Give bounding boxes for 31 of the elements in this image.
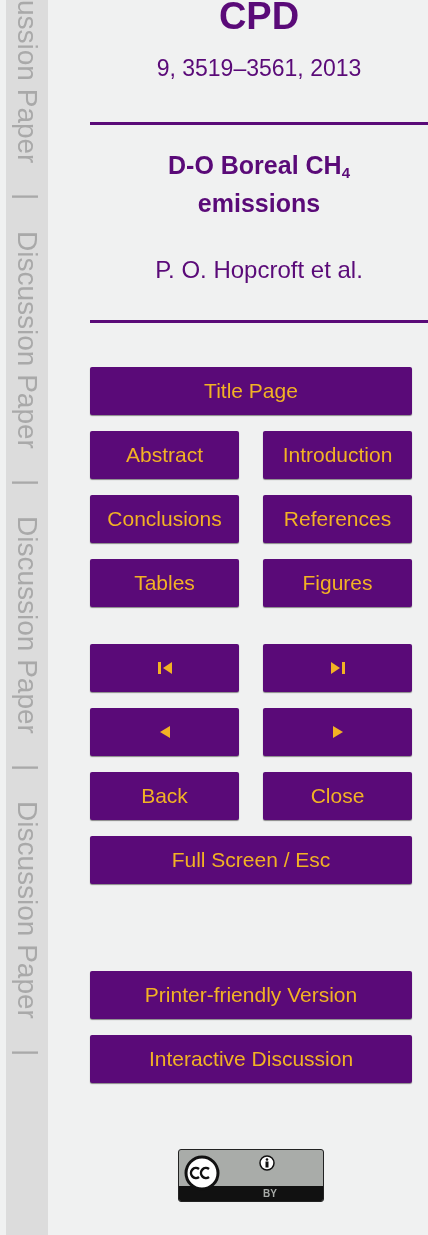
nav-button[interactable]: Full Screen / Esc: [90, 836, 412, 884]
margin-label: |: [11, 1048, 44, 1057]
nav-button[interactable]: Tables: [90, 559, 239, 607]
nav-button[interactable]: Interactive Discussion: [90, 1035, 412, 1083]
first-page-icon: [157, 662, 172, 674]
arrow-button[interactable]: [90, 644, 239, 692]
margin-label: |: [11, 193, 44, 201]
person-icon: [259, 1155, 275, 1171]
license-badge[interactable]: BY: [178, 1149, 324, 1202]
nav-button[interactable]: Conclusions: [90, 495, 239, 543]
badge-label: BY: [263, 1187, 277, 1201]
nav-button[interactable]: Close: [263, 772, 412, 820]
last-page-icon: [330, 662, 345, 674]
nav-button[interactable]: Introduction: [263, 431, 412, 479]
margin-label: |: [11, 478, 44, 486]
nav-button[interactable]: Printer-friendly Version: [90, 971, 412, 1019]
nav-button[interactable]: Abstract: [90, 431, 239, 479]
paper-title: D-O Boreal CH$_{4}$ emissions: [167, 150, 351, 219]
nav-button[interactable]: Figures: [263, 559, 412, 607]
nav-button[interactable]: Back: [90, 772, 239, 820]
margin-label: |: [11, 763, 44, 772]
next-icon: [330, 726, 345, 738]
arrow-button[interactable]: [90, 708, 239, 756]
nav-button[interactable]: Title Page: [90, 367, 412, 415]
authors: P. O. Hopcroft et al.: [155, 255, 363, 285]
citation: 9, 3519–3561, 2013: [156, 54, 362, 82]
arrow-button[interactable]: [263, 708, 412, 756]
cc-icon: [184, 1155, 220, 1191]
nav-button[interactable]: References: [263, 495, 412, 543]
journal-name: CPD: [218, 0, 300, 34]
arrow-button[interactable]: [263, 644, 412, 692]
